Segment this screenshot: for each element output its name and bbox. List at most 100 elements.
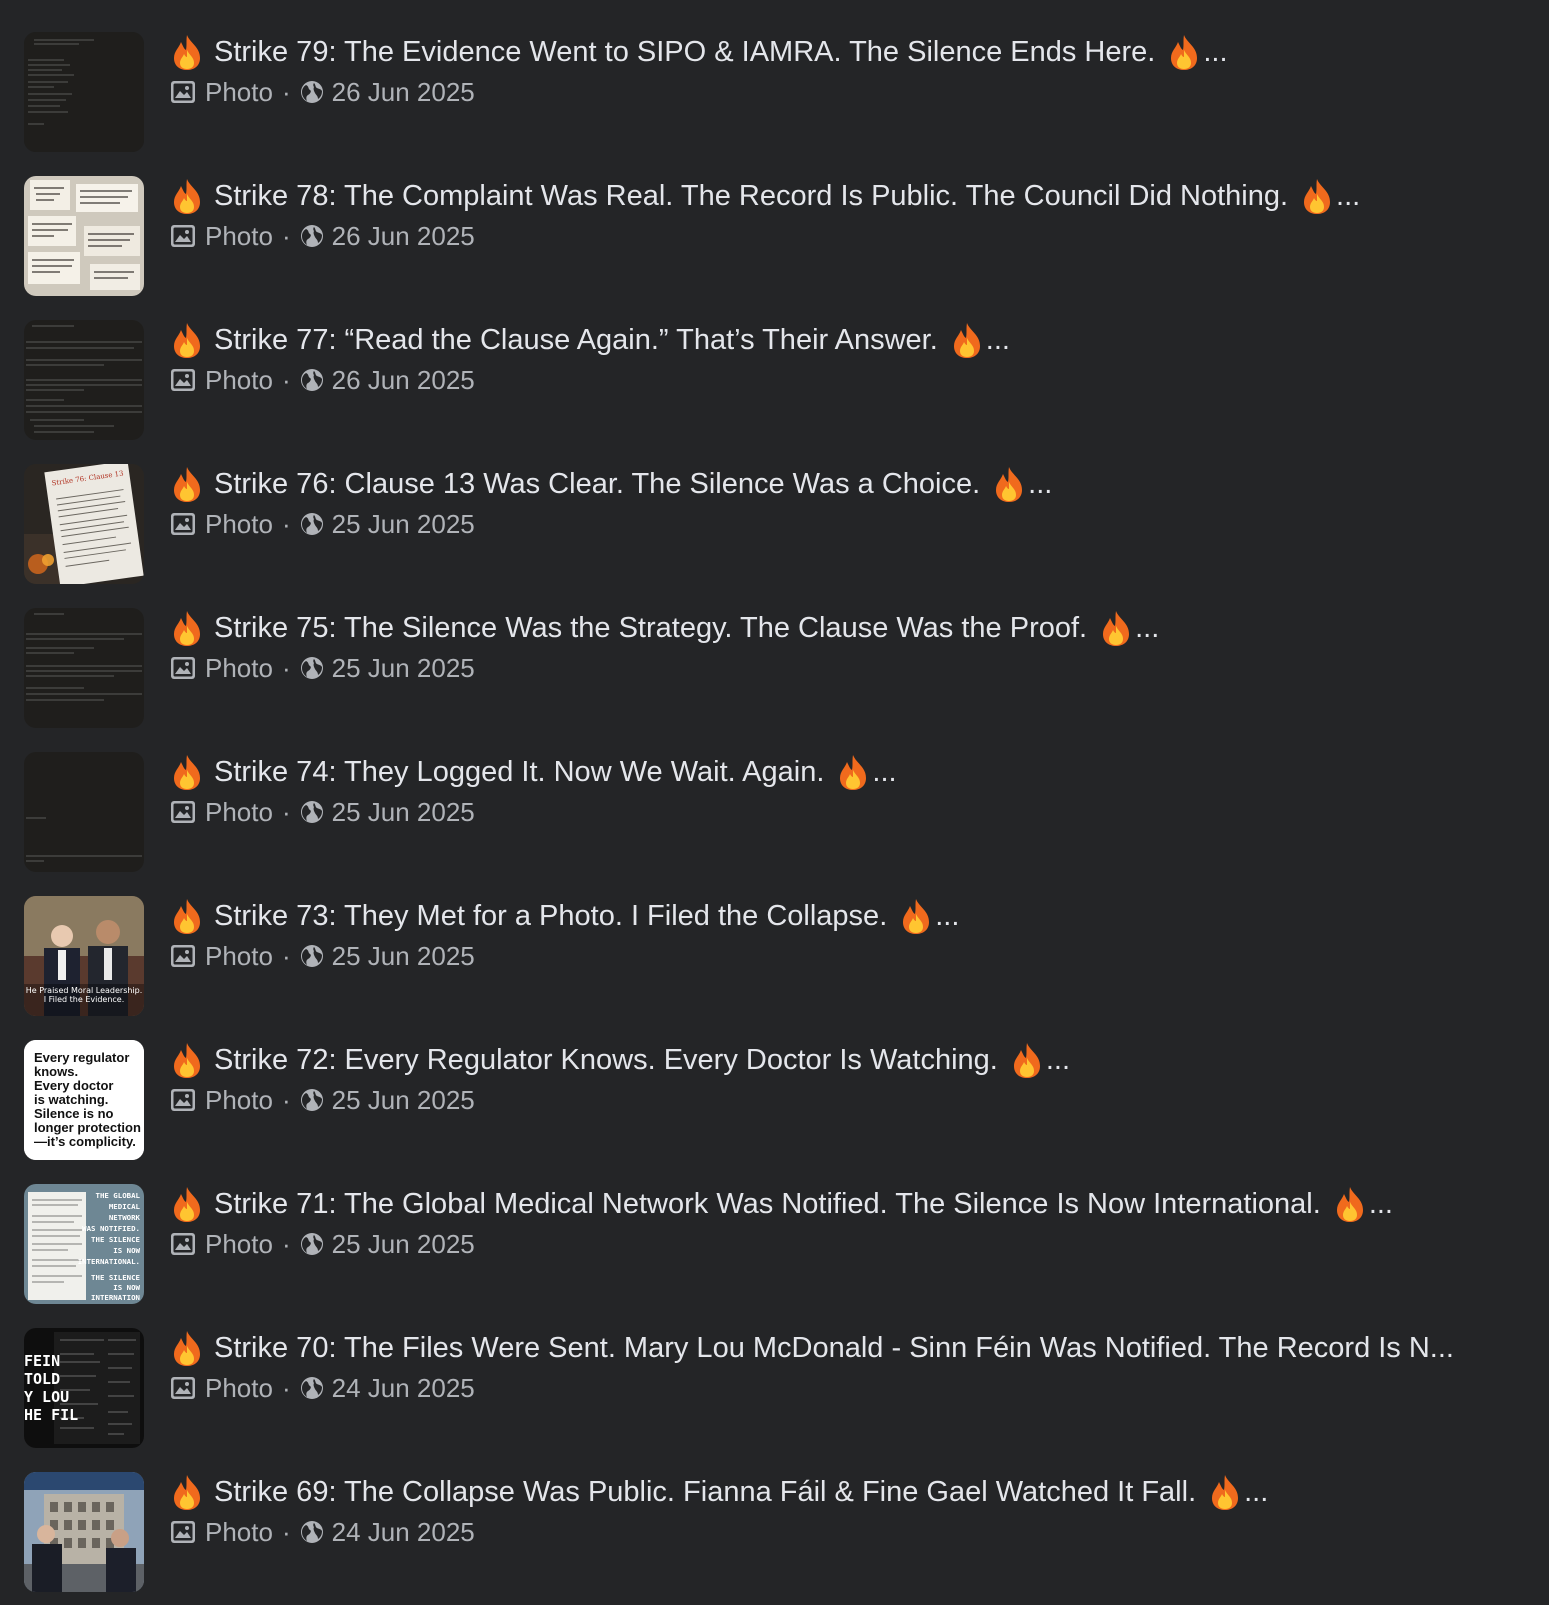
photo-icon <box>171 657 195 679</box>
post-text: Strike 72: Every Regulator Knows. Every … <box>170 1040 1549 1120</box>
post-thumbnail[interactable] <box>24 1472 144 1592</box>
truncation-ellipsis: ... <box>1203 36 1228 68</box>
post-thumbnail[interactable] <box>24 752 144 872</box>
truncation-ellipsis: ... <box>985 324 1010 356</box>
post-thumbnail[interactable]: Strike 76: Clause 13 <box>24 464 144 584</box>
post-title-line[interactable]: Strike 72: Every Regulator Knows. Every … <box>170 1040 1549 1080</box>
list-item[interactable]: Strike 74: They Logged It. Now We Wait. … <box>0 720 1549 872</box>
post-type: Photo <box>205 652 273 683</box>
list-item[interactable]: Every regulator knows. Every doctor is w… <box>0 1008 1549 1160</box>
photo-icon <box>171 801 195 823</box>
post-title-line[interactable]: Strike 76: Clause 13 Was Clear. The Sile… <box>170 464 1549 504</box>
post-date: 25 Jun 2025 <box>331 508 475 539</box>
post-meta: Photo · 25 Jun 2025 <box>170 504 1549 544</box>
post-text: Strike 71: The Global Medical Network Wa… <box>170 1184 1549 1264</box>
post-title-line[interactable]: Strike 73: They Met for a Photo. I Filed… <box>170 896 1549 936</box>
post-thumbnail[interactable] <box>24 176 144 296</box>
post-thumbnail[interactable]: He Praised Moral Leadership. I Filed the… <box>24 896 144 1016</box>
post-thumbnail[interactable]: THE GLOBAL MEDICAL NETWORK WAS NOTIFIED.… <box>24 1184 144 1304</box>
list-item[interactable]: Strike 79: The Evidence Went to SIPO & I… <box>0 0 1549 152</box>
thumbnail-text-line: NETWORK <box>109 1213 141 1222</box>
fire-icon <box>903 899 930 934</box>
separator-dot: · <box>281 1228 291 1259</box>
thumbnail-image <box>24 608 144 728</box>
fire-icon <box>174 755 200 790</box>
fire-icon <box>174 179 200 214</box>
post-thumbnail[interactable]: Every regulator knows. Every doctor is w… <box>24 1040 144 1160</box>
globe-icon <box>300 513 323 535</box>
globe-icon <box>300 801 323 823</box>
truncation-ellipsis: ... <box>1336 180 1361 212</box>
separator-dot: · <box>281 1516 291 1547</box>
post-date: 25 Jun 2025 <box>331 1228 475 1259</box>
thumbnail-text-line: FEIN <box>24 1352 60 1370</box>
separator-dot: · <box>281 940 291 971</box>
list-item[interactable]: Strike 75: The Silence Was the Strategy.… <box>0 576 1549 728</box>
post-title-line[interactable]: Strike 77: “Read the Clause Again.” That… <box>170 320 1549 360</box>
fire-icon <box>174 1043 200 1078</box>
post-title-line[interactable]: Strike 71: The Global Medical Network Wa… <box>170 1184 1549 1224</box>
post-date: 26 Jun 2025 <box>331 76 475 107</box>
post-thumbnail[interactable]: FEIN TOLD Y LOU HE FIL <box>24 1328 144 1448</box>
post-thumbnail[interactable] <box>24 32 144 152</box>
globe-icon <box>300 225 323 247</box>
thumbnail-image <box>24 320 144 440</box>
list-item[interactable]: FEIN TOLD Y LOU HE FIL Strike 70: The Fi… <box>0 1296 1549 1448</box>
post-date: 25 Jun 2025 <box>331 652 475 683</box>
globe-icon <box>300 945 323 967</box>
fire-icon <box>1304 179 1331 214</box>
globe-icon <box>300 1521 323 1543</box>
post-text: Strike 78: The Complaint Was Real. The R… <box>170 176 1549 256</box>
post-title-line[interactable]: Strike 74: They Logged It. Now We Wait. … <box>170 752 1549 792</box>
post-text: Strike 70: The Files Were Sent. Mary Lou… <box>170 1328 1549 1408</box>
thumbnail-text-line: THE SILENCE <box>91 1273 140 1282</box>
list-item[interactable]: Strike 69: The Collapse Was Public. Fian… <box>0 1440 1549 1592</box>
post-text: Strike 74: They Logged It. Now We Wait. … <box>170 752 1549 832</box>
globe-icon <box>300 1089 323 1111</box>
post-title: Strike 78: The Complaint Was Real. The R… <box>214 180 1289 212</box>
photo-icon <box>171 1521 195 1543</box>
truncation-ellipsis: ... <box>935 900 960 932</box>
post-title-line[interactable]: Strike 70: The Files Were Sent. Mary Lou… <box>170 1328 1549 1368</box>
post-thumbnail[interactable] <box>24 320 144 440</box>
post-title-line[interactable]: Strike 79: The Evidence Went to SIPO & I… <box>170 32 1549 72</box>
post-date: 25 Jun 2025 <box>331 1084 475 1115</box>
photo-icon <box>171 81 195 103</box>
post-meta: Photo · 26 Jun 2025 <box>170 72 1549 112</box>
post-meta: Photo · 26 Jun 2025 <box>170 216 1549 256</box>
list-item[interactable]: He Praised Moral Leadership. I Filed the… <box>0 864 1549 1016</box>
post-title: Strike 72: Every Regulator Knows. Every … <box>214 1044 998 1076</box>
post-thumbnail[interactable] <box>24 608 144 728</box>
thumbnail-image <box>24 176 144 296</box>
list-item[interactable]: THE GLOBAL MEDICAL NETWORK WAS NOTIFIED.… <box>0 1152 1549 1304</box>
truncation-ellipsis: ... <box>1244 1476 1269 1508</box>
post-title-line[interactable]: Strike 69: The Collapse Was Public. Fian… <box>170 1472 1549 1512</box>
truncation-ellipsis: ... <box>1135 612 1160 644</box>
thumbnail-image: THE GLOBAL MEDICAL NETWORK WAS NOTIFIED.… <box>24 1184 144 1304</box>
post-list: Strike 79: The Evidence Went to SIPO & I… <box>0 0 1549 1605</box>
post-meta: Photo · 25 Jun 2025 <box>170 936 1549 976</box>
fire-icon <box>1103 611 1130 646</box>
list-item[interactable]: Strike 78: The Complaint Was Real. The R… <box>0 144 1549 296</box>
post-type: Photo <box>205 76 273 107</box>
fire-icon <box>174 899 200 934</box>
thumbnail-text-line: Y LOU <box>24 1388 69 1406</box>
thumbnail-image: He Praised Moral Leadership. I Filed the… <box>24 896 144 1016</box>
fire-icon <box>1171 35 1198 70</box>
list-item[interactable]: Strike 76: Clause 13 Strike 76: Clause 1… <box>0 432 1549 584</box>
separator-dot: · <box>281 652 291 683</box>
post-title-line[interactable]: Strike 75: The Silence Was the Strategy.… <box>170 608 1549 648</box>
fire-icon <box>996 467 1023 502</box>
fire-icon <box>174 1187 200 1222</box>
thumbnail-text-line: HE FIL <box>24 1406 78 1424</box>
post-date: 24 Jun 2025 <box>331 1516 475 1547</box>
post-title-line[interactable]: Strike 78: The Complaint Was Real. The R… <box>170 176 1549 216</box>
list-item[interactable]: Strike 77: “Read the Clause Again.” That… <box>0 288 1549 440</box>
separator-dot: · <box>281 508 291 539</box>
post-text: Strike 79: The Evidence Went to SIPO & I… <box>170 32 1549 112</box>
globe-icon <box>300 81 323 103</box>
photo-icon <box>171 369 195 391</box>
fire-icon <box>174 1475 200 1510</box>
thumbnail-text-line: is watching. <box>34 1092 108 1107</box>
fire-icon <box>1212 1475 1239 1510</box>
